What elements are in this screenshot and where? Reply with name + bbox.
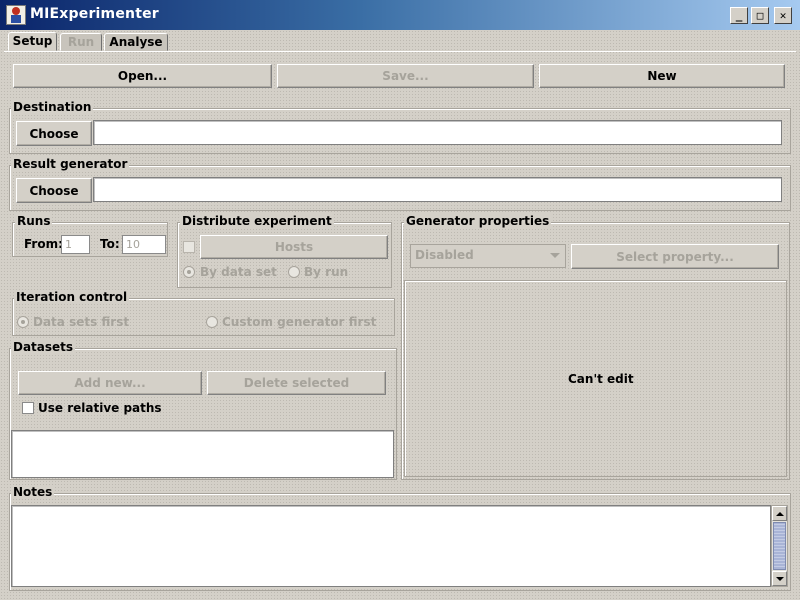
notes-textarea[interactable] — [11, 505, 771, 587]
from-field[interactable]: 1 — [61, 235, 90, 254]
destination-title: Destination — [11, 100, 94, 114]
title-bar[interactable]: MIExperimenter _ □ ✕ — [0, 0, 800, 30]
custom-generator-first-radio[interactable] — [206, 316, 218, 328]
generator-properties-title: Generator properties — [404, 214, 552, 228]
custom-generator-first-label: Custom generator first — [222, 315, 377, 329]
to-field[interactable]: 10 — [122, 235, 166, 254]
use-relative-paths-checkbox[interactable] — [22, 402, 34, 414]
notes-title: Notes — [11, 485, 55, 499]
tab-run[interactable]: Run — [60, 33, 102, 51]
generator-combo[interactable]: Disabled — [410, 244, 566, 268]
delete-selected-button[interactable]: Delete selected — [207, 371, 386, 395]
open-button[interactable]: Open... — [13, 64, 272, 88]
use-relative-paths-label: Use relative paths — [38, 401, 162, 415]
result-generator-field[interactable] — [93, 177, 782, 202]
select-property-button[interactable]: Select property... — [571, 244, 779, 269]
close-button[interactable]: ✕ — [774, 7, 792, 24]
destination-choose-button[interactable]: Choose — [16, 121, 92, 146]
tab-panel-border — [4, 51, 796, 52]
add-new-button[interactable]: Add new... — [18, 371, 202, 395]
scroll-up-button[interactable] — [772, 506, 787, 521]
cant-edit-label: Can't edit — [568, 372, 634, 386]
result-generator-title: Result generator — [11, 157, 130, 171]
distribute-title: Distribute experiment — [180, 214, 334, 228]
app-icon — [6, 5, 26, 25]
chevron-down-icon — [550, 253, 560, 258]
by-data-set-radio[interactable] — [183, 266, 195, 278]
generator-combo-value: Disabled — [415, 248, 474, 262]
destination-field[interactable] — [93, 120, 782, 145]
to-label: To: — [100, 237, 120, 251]
by-run-label: By run — [304, 265, 349, 279]
datasets-title: Datasets — [11, 340, 76, 354]
data-sets-first-label: Data sets first — [33, 315, 130, 329]
arrow-up-icon — [776, 512, 784, 516]
tab-setup[interactable]: Setup — [8, 32, 57, 51]
new-button[interactable]: New — [539, 64, 785, 88]
by-run-radio[interactable] — [288, 266, 300, 278]
distribute-checkbox[interactable] — [183, 241, 195, 253]
scroll-thumb[interactable] — [773, 522, 786, 570]
notes-scrollbar[interactable] — [771, 505, 788, 587]
scroll-down-button[interactable] — [772, 571, 787, 586]
maximize-button[interactable]: □ — [751, 7, 769, 24]
tab-analyse[interactable]: Analyse — [104, 33, 168, 51]
data-sets-first-radio[interactable] — [17, 316, 29, 328]
save-button[interactable]: Save... — [277, 64, 534, 88]
hosts-button[interactable]: Hosts — [200, 235, 388, 259]
from-label: From: — [24, 237, 63, 251]
minimize-button[interactable]: _ — [730, 7, 748, 24]
runs-title: Runs — [15, 214, 53, 228]
arrow-down-icon — [776, 577, 784, 581]
result-generator-choose-button[interactable]: Choose — [16, 178, 92, 203]
datasets-list[interactable] — [11, 430, 394, 478]
iteration-control-title: Iteration control — [14, 290, 130, 304]
by-data-set-label: By data set — [200, 265, 277, 279]
window-title: MIExperimenter — [30, 6, 159, 22]
